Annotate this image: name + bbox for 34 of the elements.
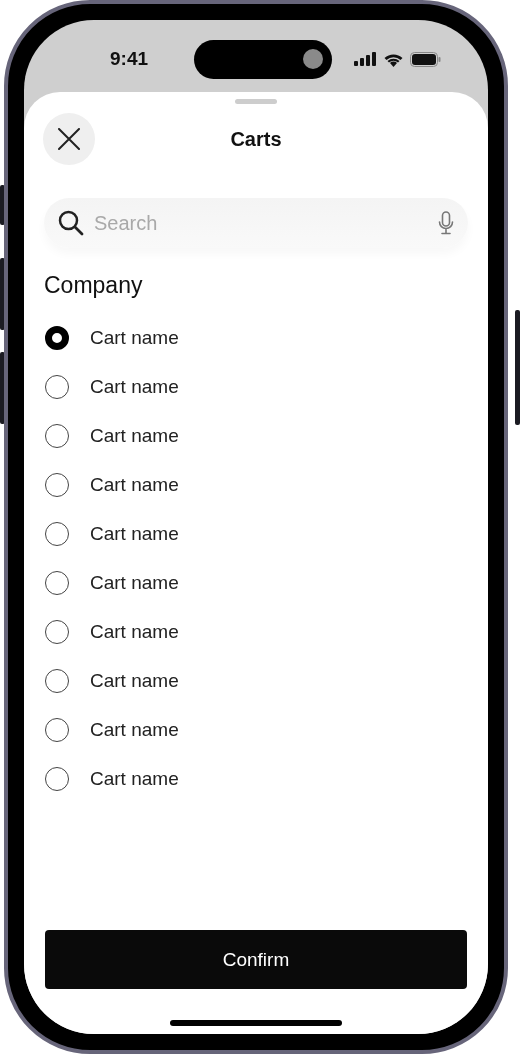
- wifi-icon: [382, 51, 404, 67]
- option-label: Cart name: [90, 473, 179, 496]
- option-label: Cart name: [90, 424, 179, 447]
- search-icon: [58, 210, 84, 236]
- option-label: Cart name: [90, 375, 179, 398]
- option-label: Cart name: [90, 326, 179, 349]
- signal-icon: [353, 52, 377, 66]
- battery-icon: [409, 51, 441, 67]
- radio-button[interactable]: [45, 423, 69, 448]
- radio-button[interactable]: [45, 619, 69, 644]
- option-label: Cart name: [90, 718, 179, 741]
- status-time: 9:41: [110, 48, 148, 70]
- radio-button[interactable]: [45, 472, 69, 497]
- confirm-button[interactable]: Confirm: [45, 930, 467, 989]
- radio-button[interactable]: [45, 668, 69, 693]
- radio-button[interactable]: [45, 374, 69, 399]
- close-button[interactable]: [43, 113, 95, 165]
- camera-icon: [302, 48, 324, 70]
- radio-button[interactable]: [45, 325, 69, 350]
- sheet-title: Carts: [229, 127, 283, 151]
- search-input[interactable]: Search: [92, 210, 430, 236]
- option-label: Cart name: [90, 767, 179, 790]
- section-title: Company: [44, 272, 144, 299]
- option-label: Cart name: [90, 571, 179, 594]
- radio-button[interactable]: [45, 521, 69, 546]
- option-label: Cart name: [90, 522, 179, 545]
- radio-button[interactable]: [45, 717, 69, 742]
- search-bar[interactable]: Search: [44, 198, 468, 248]
- microphone-icon[interactable]: [438, 211, 454, 235]
- radio-button[interactable]: [45, 766, 69, 791]
- radio-button[interactable]: [45, 570, 69, 595]
- close-icon: [58, 128, 80, 150]
- option-label: Cart name: [90, 669, 179, 692]
- option-label: Cart name: [90, 620, 179, 643]
